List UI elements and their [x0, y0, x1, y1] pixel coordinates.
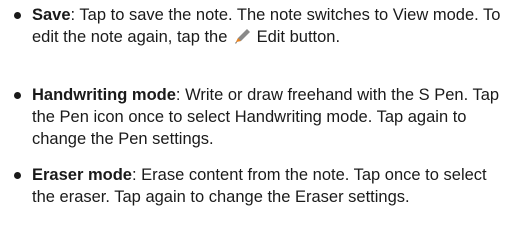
pencil-icon: [232, 27, 252, 45]
list-item-text: Handwriting mode: Write or draw freehand…: [32, 84, 507, 150]
term-handwriting-mode: Handwriting mode: [32, 86, 176, 104]
bullet-dot: [14, 172, 21, 179]
bullet-dot: [14, 92, 21, 99]
term-eraser-mode: Eraser mode: [32, 166, 132, 184]
description-save-part2: Edit button.: [252, 28, 341, 46]
list-item-text: Eraser mode: Erase content from the note…: [32, 164, 507, 208]
bullet-dot: [14, 12, 21, 19]
list-item-text: Save: Tap to save the note. The note swi…: [32, 4, 507, 48]
term-save: Save: [32, 6, 71, 24]
document-page: Save: Tap to save the note. The note swi…: [0, 0, 515, 247]
